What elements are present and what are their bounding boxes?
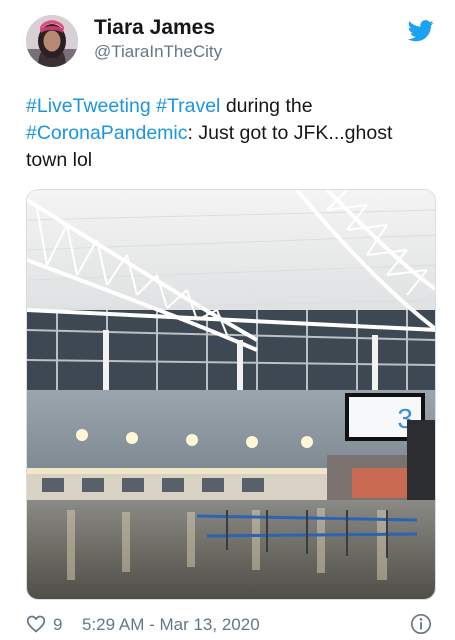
avatar-image	[26, 15, 78, 67]
tweet-text-part-1: during the	[220, 95, 313, 117]
hashtag-livetweeting[interactable]: #LiveTweeting	[26, 95, 151, 117]
author-handle[interactable]: @TiaraInTheCity	[94, 42, 222, 62]
hashtag-coronapandemic[interactable]: #CoronaPandemic	[26, 122, 188, 144]
heart-icon[interactable]	[26, 614, 46, 634]
author-name[interactable]: Tiara James	[94, 16, 215, 40]
info-icon[interactable]	[410, 613, 432, 635]
bird-logo-icon[interactable]	[407, 20, 434, 42]
airport-terminal-photo: 3	[27, 190, 435, 599]
likes-count[interactable]: 9	[53, 615, 62, 635]
tweet-footer: 9 5:29 AM - Mar 13, 2020	[26, 612, 436, 638]
tweet-timestamp[interactable]: 5:29 AM - Mar 13, 2020	[82, 615, 260, 635]
tweet-photo[interactable]: 3	[26, 189, 436, 600]
author-avatar[interactable]	[26, 15, 78, 67]
tweet-text: #LiveTweeting #Travel during the #Corona…	[26, 93, 436, 174]
hashtag-travel[interactable]: #Travel	[156, 95, 220, 117]
